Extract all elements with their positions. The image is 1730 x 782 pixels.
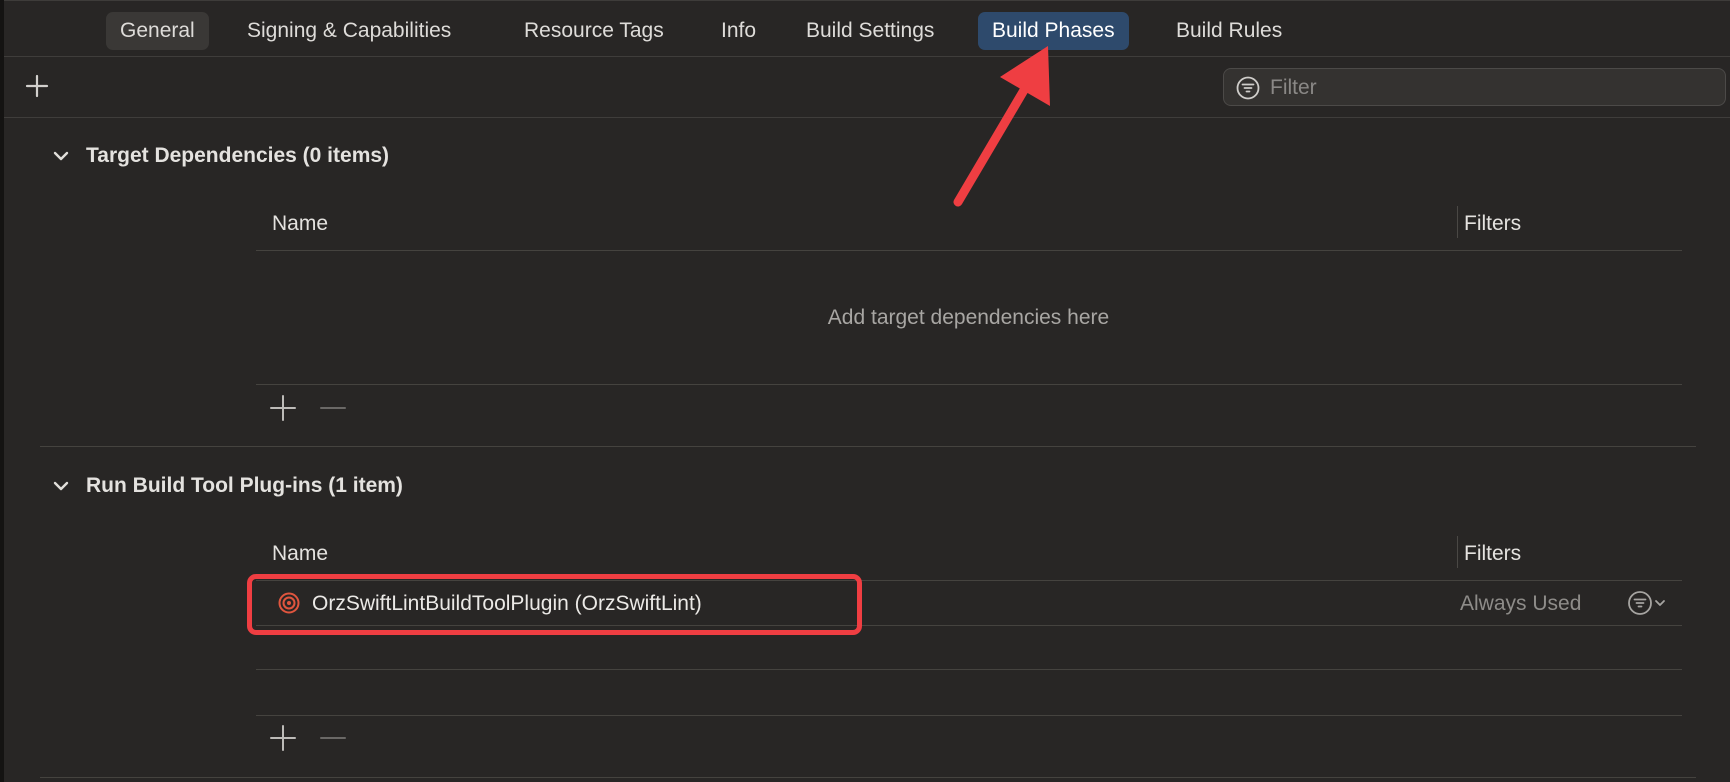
minus-icon [320, 407, 346, 409]
minus-icon [320, 737, 346, 739]
plugin-filter-value: Always Used [1460, 592, 1582, 615]
filter-field[interactable] [1223, 68, 1726, 106]
plugin-name: OrzSwiftLintBuildToolPlugin (OrzSwiftLin… [312, 592, 702, 615]
tab-info[interactable]: Info [707, 12, 770, 50]
column-header-name[interactable]: Name [272, 212, 328, 236]
xcode-build-phases-editor: General Signing & Capabilities Resource … [0, 0, 1730, 782]
table-bottom-divider [256, 384, 1682, 385]
plus-icon [270, 395, 296, 421]
empty-dependencies-message: Add target dependencies here [827, 306, 1110, 329]
build-phases-toolbar [4, 57, 1730, 118]
chevron-down-icon [53, 481, 69, 491]
remove-dependency-button[interactable] [318, 393, 348, 423]
remove-plugin-button[interactable] [318, 723, 348, 753]
tab-signing-capabilities[interactable]: Signing & Capabilities [233, 12, 465, 50]
row-divider [256, 625, 1682, 626]
section-divider [40, 446, 1696, 447]
tab-build-phases[interactable]: Build Phases [978, 12, 1129, 50]
section-header-run-build-tool-plugins[interactable]: Run Build Tool Plug-ins (1 item) [50, 469, 403, 503]
editor-tab-bar: General Signing & Capabilities Resource … [4, 0, 1730, 57]
column-header-filters[interactable]: Filters [1464, 212, 1521, 236]
section-title: Run Build Tool Plug-ins (1 item) [86, 474, 403, 497]
column-header-name[interactable]: Name [272, 542, 328, 566]
table-header-divider [256, 250, 1682, 251]
plugin-target-icon [278, 592, 300, 614]
filter-circle-icon [1236, 76, 1260, 100]
section-header-target-dependencies[interactable]: Target Dependencies (0 items) [50, 139, 389, 173]
add-build-phase-button[interactable] [22, 71, 52, 101]
plus-icon [270, 725, 296, 751]
table-row[interactable]: OrzSwiftLintBuildToolPlugin (OrzSwiftLin… [256, 581, 1682, 625]
add-plugin-button[interactable] [268, 723, 298, 753]
section-title: Target Dependencies (0 items) [86, 144, 390, 167]
plus-icon [25, 74, 49, 98]
add-dependency-button[interactable] [268, 393, 298, 423]
tab-general[interactable]: General [106, 12, 209, 50]
table-bottom-divider [256, 715, 1682, 716]
tab-build-settings[interactable]: Build Settings [792, 12, 948, 50]
filter-input[interactable] [1268, 73, 1712, 103]
tab-resource-tags[interactable]: Resource Tags [510, 12, 678, 50]
tab-build-rules[interactable]: Build Rules [1162, 12, 1296, 50]
column-divider [1457, 206, 1458, 238]
column-divider [1457, 536, 1458, 568]
chevron-down-icon [53, 151, 69, 161]
row-divider [256, 669, 1682, 670]
filter-menu-button[interactable] [1626, 589, 1672, 617]
section-divider [40, 777, 1696, 778]
filter-menu-icon [1628, 591, 1665, 615]
column-header-filters[interactable]: Filters [1464, 542, 1521, 566]
